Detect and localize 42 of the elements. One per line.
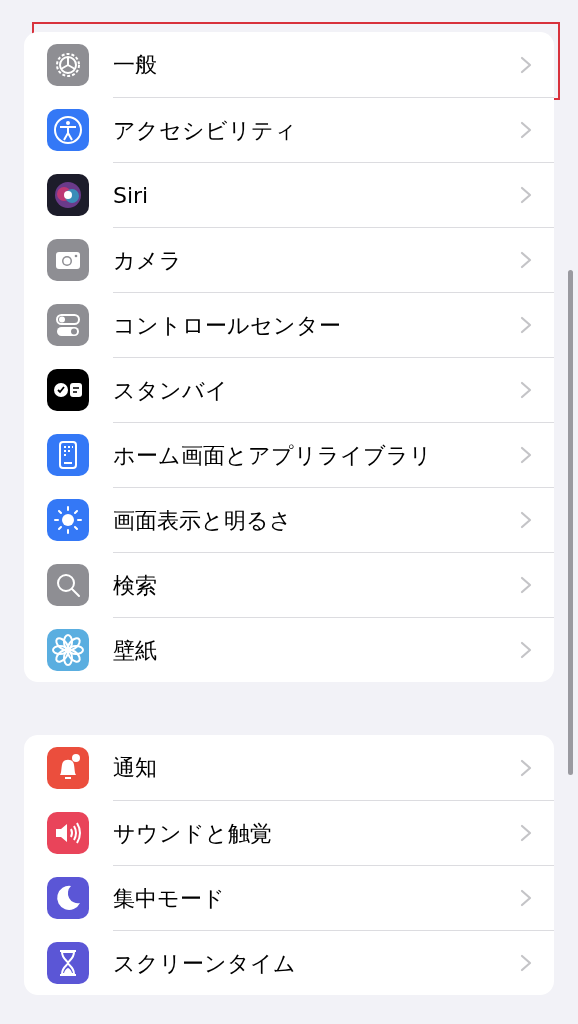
row-label: ホーム画面とアプリライブラリ [113,441,433,470]
row-label: 検索 [113,571,158,600]
settings-row[interactable]: 通知 [24,735,554,800]
chevron-icon [520,251,532,269]
settings-row[interactable]: サウンドと触覚 [24,800,554,865]
settings-row[interactable]: 検索 [24,552,554,617]
row-label: カメラ [113,246,183,275]
row-label: 画面表示と明るさ [113,506,293,535]
settings-row[interactable]: スクリーンタイム [24,930,554,995]
settings-row[interactable]: 一般 [24,32,554,97]
row-label: 一般 [113,51,158,79]
chevron-icon [520,316,532,334]
chevron-icon [520,446,532,464]
chevron-icon [520,381,532,399]
chevron-icon [520,511,532,529]
chevron-icon [520,576,532,594]
settings-row[interactable]: コントロールセンター [24,292,554,357]
row-label: 通知 [113,754,158,782]
settings-row[interactable]: カメラ [24,227,554,292]
chevron-icon [520,55,532,74]
row-label: スタンバイ [113,376,229,405]
settings-row[interactable]: アクセシビリティ [24,97,554,162]
settings-row[interactable]: 壁紙 [24,617,554,682]
settings-row[interactable]: スタンバイ [24,357,554,422]
chevron-icon [520,954,532,972]
chevron-icon [520,889,532,907]
row-label: 集中モード [113,884,226,913]
settings-row[interactable]: 画面表示と明るさ [24,487,554,552]
row-label: コントロールセンター [113,311,342,340]
settings-row[interactable]: ホーム画面とアプリライブラリ [24,422,554,487]
chevron-icon [520,121,532,139]
row-label: 壁紙 [113,636,158,665]
row-label: Siri [113,181,150,210]
row-label: アクセシビリティ [113,116,298,145]
chevron-icon [520,758,532,777]
chevron-icon [520,641,532,659]
chevron-icon [520,186,532,204]
settings-row[interactable]: Siri [24,162,554,227]
chevron-icon [520,824,532,842]
settings-row[interactable]: 集中モード [24,865,554,930]
row-label: サウンドと触覚 [113,819,273,848]
row-label: スクリーンタイム [113,949,297,978]
